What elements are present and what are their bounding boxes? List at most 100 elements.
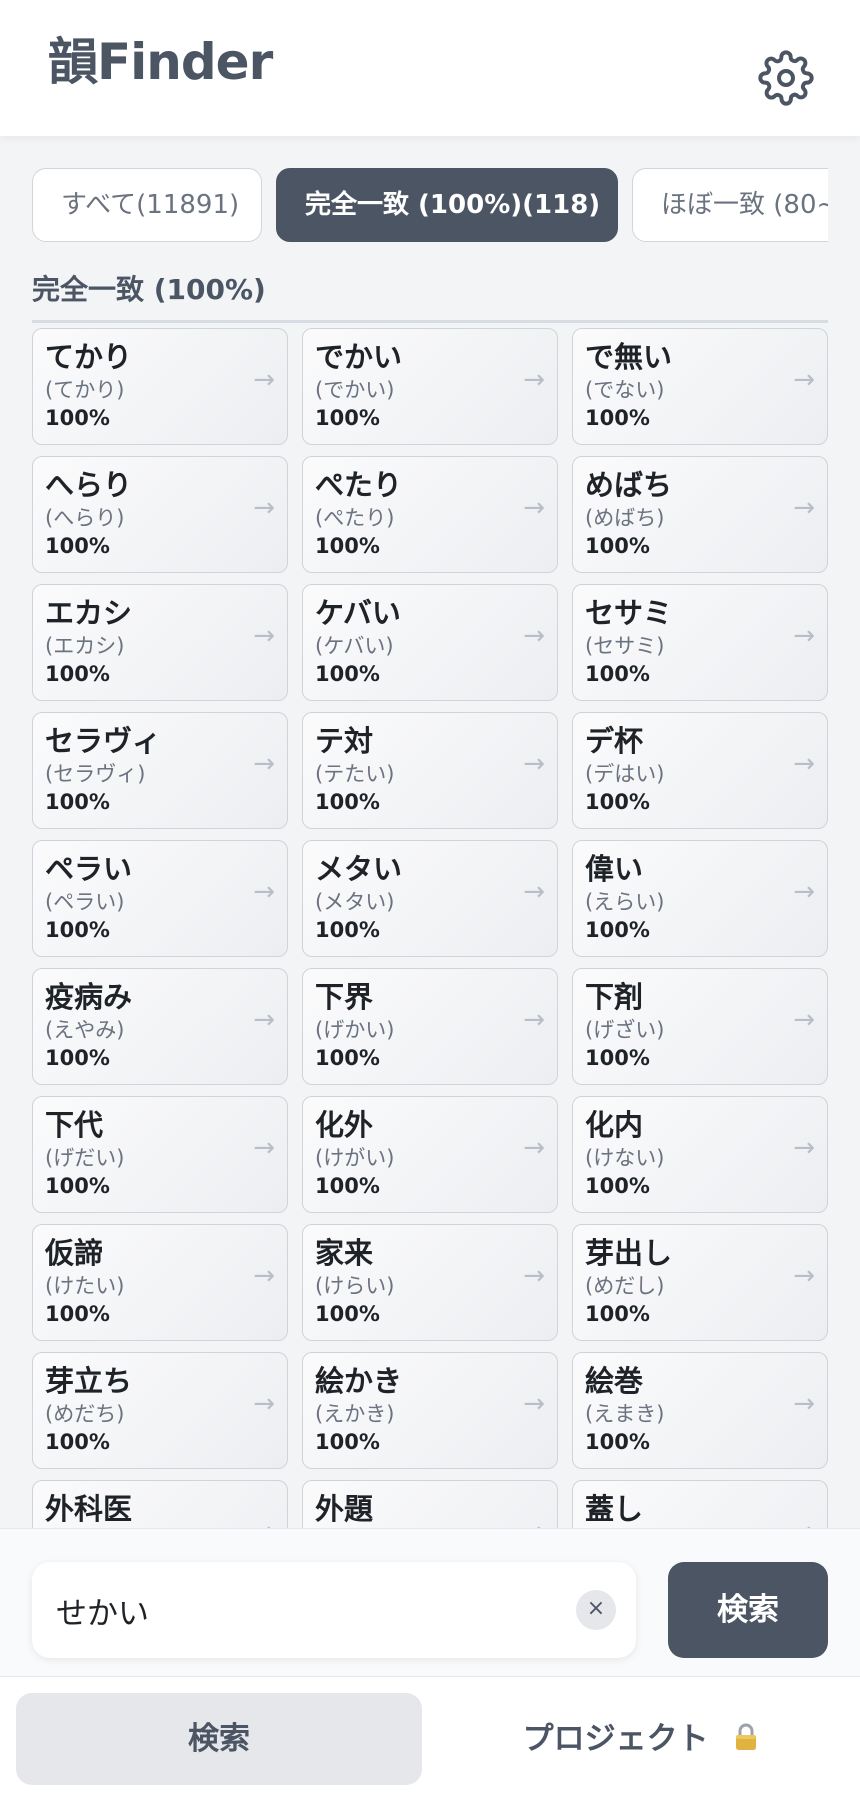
result-card[interactable]: 芽出し (めだし) 100% → [572,1224,828,1341]
nav-tab-project-label: プロジェクト [522,1721,709,1757]
arrow-right-icon: → [253,749,275,779]
result-score: 100% [585,1174,650,1198]
result-reading: (えかき) [315,1402,395,1426]
result-card[interactable]: セラヴィ (セラヴィ) 100% → [32,712,288,829]
result-word: 下界 [315,980,374,1014]
result-card[interactable]: てかり (てかり) 100% → [32,328,288,445]
result-score: 100% [45,1302,110,1326]
result-word: ペラい [45,852,133,886]
result-card[interactable]: 芽立ち (めだち) 100% → [32,1352,288,1469]
result-reading: (けない) [585,1146,665,1170]
result-reading: (てかり) [45,378,125,402]
result-card[interactable]: エカシ (エカシ) 100% → [32,584,288,701]
result-word: セサミ [585,596,673,630]
result-score: 100% [315,1302,380,1326]
result-score: 100% [315,790,380,814]
result-word: 下代 [45,1108,104,1142]
arrow-right-icon: → [253,1005,275,1035]
search-field: × [32,1562,636,1658]
clear-icon[interactable]: × [576,1590,616,1630]
result-score: 100% [45,918,110,942]
result-score: 100% [315,1046,380,1070]
arrow-right-icon: → [253,493,275,523]
result-score: 100% [315,1174,380,1198]
arrow-right-icon: → [253,1389,275,1419]
app-logo: 韻Finder [48,33,273,91]
result-reading: (けたい) [45,1274,125,1298]
nav-tab-search[interactable]: 検索 [16,1693,422,1785]
result-word: ケバい [315,596,401,630]
result-card[interactable]: 化内 (けない) 100% → [572,1096,828,1213]
result-card[interactable]: 絵かき (えかき) 100% → [302,1352,558,1469]
arrow-right-icon: → [793,1133,815,1163]
result-card[interactable]: へらり (へらり) 100% → [32,456,288,573]
result-reading: (けがい) [315,1146,395,1170]
result-card[interactable]: 蓋し → [572,1480,828,1528]
result-word: メタい [315,852,403,886]
lock-icon [736,1723,757,1750]
result-word: 下剤 [585,980,644,1014]
result-card[interactable]: メタい (メタい) 100% → [302,840,558,957]
arrow-right-icon: → [793,1005,815,1035]
result-card[interactable]: デ杯 (デはい) 100% → [572,712,828,829]
arrow-right-icon: → [523,621,545,651]
result-reading: (でかい) [315,378,395,402]
result-card[interactable]: 外科医 → [32,1480,288,1528]
result-score: 100% [315,406,380,430]
nav-tab-project[interactable]: プロジェクト [438,1693,844,1785]
result-card[interactable]: 下剤 (げざい) 100% → [572,968,828,1085]
result-word: 芽出し [585,1236,673,1270]
filter-tabs: すべて(11891) 完全一致 (100%)(118) ほぼ一致 (80~ [32,168,828,244]
result-word: エカシ [45,596,133,630]
result-word: 疫病み [45,980,133,1014]
result-score: 100% [45,1046,110,1070]
arrow-right-icon: → [793,365,815,395]
result-card[interactable]: セサミ (セサミ) 100% → [572,584,828,701]
result-score: 100% [585,662,650,686]
result-card[interactable]: 下界 (げかい) 100% → [302,968,558,1085]
result-score: 100% [45,406,110,430]
result-reading: (へらり) [45,506,125,530]
result-word: めばち [585,468,673,502]
arrow-right-icon: → [253,621,275,651]
result-reading: (げかい) [315,1018,395,1042]
result-card[interactable]: で無い (でない) 100% → [572,328,828,445]
result-reading: (デはい) [585,762,665,786]
arrow-right-icon: → [793,1517,815,1528]
search-button[interactable]: 検索 [668,1562,828,1658]
tab-near-match[interactable]: ほぼ一致 (80~ [632,168,828,242]
result-word: 化外 [315,1108,374,1142]
result-card[interactable]: ぺたり (ぺたり) 100% → [302,456,558,573]
arrow-right-icon: → [523,877,545,907]
search-input[interactable] [56,1584,536,1636]
tab-all[interactable]: すべて(11891) [32,168,262,242]
result-reading: (えまき) [585,1402,665,1426]
arrow-right-icon: → [793,877,815,907]
result-card[interactable]: 外題 → [302,1480,558,1528]
arrow-right-icon: → [523,365,545,395]
result-card[interactable]: ペラい (ペラい) 100% → [32,840,288,957]
gear-icon[interactable] [758,50,814,106]
result-word: 芽立ち [45,1364,133,1398]
result-card[interactable]: 仮諦 (けたい) 100% → [32,1224,288,1341]
result-reading: (げざい) [585,1018,665,1042]
result-card[interactable]: 疫病み (えやみ) 100% → [32,968,288,1085]
result-card[interactable]: めばち (めばち) 100% → [572,456,828,573]
tab-exact-match[interactable]: 完全一致 (100%)(118) [276,168,618,242]
result-card[interactable]: 家来 (けらい) 100% → [302,1224,558,1341]
arrow-right-icon: → [523,1389,545,1419]
result-card[interactable]: 偉い (えらい) 100% → [572,840,828,957]
result-card[interactable]: テ対 (テたい) 100% → [302,712,558,829]
result-reading: (ペラい) [45,890,125,914]
result-word: てかり [45,340,133,374]
bottom-nav: 検索 プロジェクト [0,1676,860,1800]
result-card[interactable]: 化外 (けがい) 100% → [302,1096,558,1213]
result-card[interactable]: ケバい (ケバい) 100% → [302,584,558,701]
result-card[interactable]: 絵巻 (えまき) 100% → [572,1352,828,1469]
arrow-right-icon: → [253,1517,275,1528]
result-word: 絵かき [315,1364,403,1398]
arrow-right-icon: → [793,1389,815,1419]
result-card[interactable]: 下代 (げだい) 100% → [32,1096,288,1213]
result-score: 100% [585,406,650,430]
result-card[interactable]: でかい (でかい) 100% → [302,328,558,445]
